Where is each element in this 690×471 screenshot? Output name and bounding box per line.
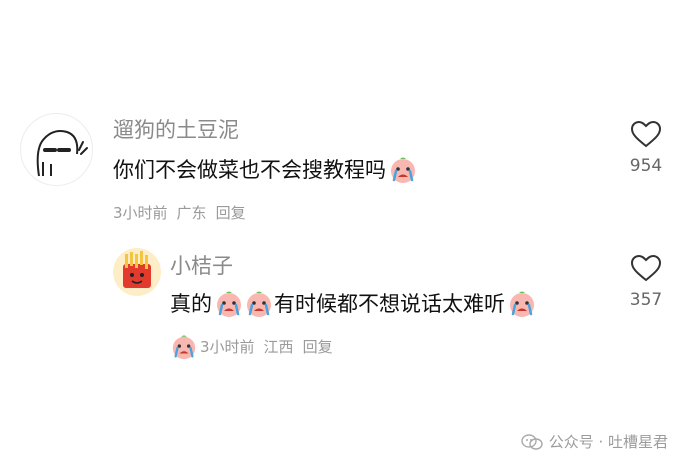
watermark: 公众号 · 吐槽星君 [520,432,668,452]
reply-like-count: 357 [629,290,663,310]
reply-username[interactable]: 小桔子 [170,254,233,278]
comment-text: 你们不会做菜也不会搜教程吗 [113,155,418,185]
reply-text-start: 真的 [170,292,212,316]
heart-outline-icon [630,120,662,148]
avatar[interactable] [20,113,93,186]
reply-avatar[interactable] [113,248,161,296]
crying-emoji-icon [170,333,198,361]
comment-text-body: 你们不会做菜也不会搜教程吗 [113,158,386,182]
watermark-text: 公众号 · 吐槽星君 [548,433,668,451]
like-count: 954 [629,156,663,176]
comment-username[interactable]: 遛狗的土豆泥 [113,118,239,142]
crying-emoji-icon [388,155,418,185]
reply-time: 3小时前 [200,338,255,356]
reply-meta: 3小时前 江西 回复 [170,333,342,361]
like-button[interactable]: 954 [616,120,676,176]
reply-text: 真的 有时候都不想说话太难听 [170,289,537,319]
reply-text-end: 有时候都不想说话太难听 [274,292,505,316]
comment-time: 3小时前 [113,204,168,222]
wechat-logo-icon [520,434,543,450]
reply-reply-button[interactable]: 回复 [303,337,333,357]
crying-emoji-icon [214,289,244,319]
comment-location: 广东 [176,204,207,222]
heart-outline-icon [630,254,662,282]
crying-emoji-icon [244,289,274,319]
reply-button[interactable]: 回复 [216,203,246,223]
crying-emoji-icon [507,289,537,319]
comment-meta: 3小时前 广东 回复 [113,203,255,223]
reply-like-button[interactable]: 357 [616,254,676,310]
reply-location: 江西 [263,338,294,356]
